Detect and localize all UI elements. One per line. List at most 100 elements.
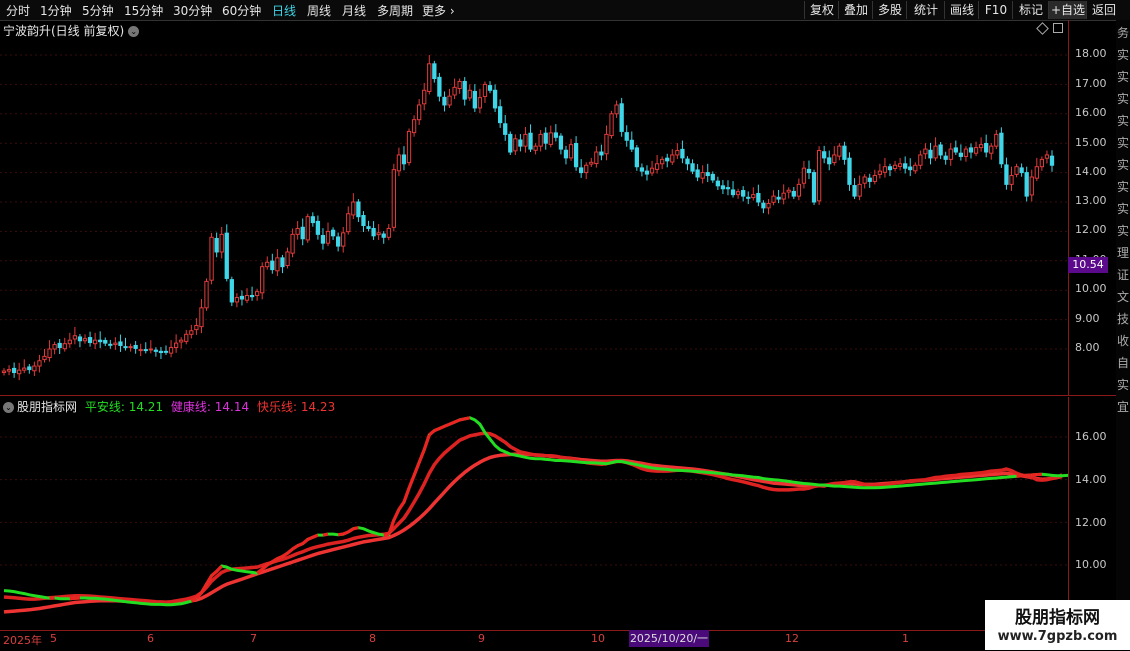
candle-body [828, 158, 831, 164]
candle-body [382, 234, 385, 237]
candle-body [205, 281, 208, 307]
candle-body [104, 340, 107, 343]
pingan-line-rising-segment [282, 553, 287, 556]
candle-body [478, 98, 481, 108]
candle-body [711, 174, 714, 180]
chart-canvas[interactable] [0, 0, 1068, 630]
candle-body [620, 104, 623, 132]
candle-body [453, 87, 456, 95]
side-panel-char: 文 [1116, 286, 1130, 308]
candle-body [499, 107, 502, 123]
pingan-line-rising-segment [444, 424, 449, 426]
candle-body [888, 167, 891, 170]
candle-body [625, 133, 628, 141]
kuaile-line-value: 14.23 [301, 400, 335, 414]
candle-body [1020, 168, 1023, 173]
candle-body [336, 237, 339, 246]
indicator-name: 股朋指标网 [17, 400, 77, 414]
candle-body [1000, 133, 1003, 164]
back-button[interactable]: 返回 [1086, 1, 1121, 19]
candle-body [412, 120, 415, 133]
candle-body [1040, 159, 1043, 166]
candle-body [752, 195, 755, 198]
candle-body [83, 339, 86, 341]
side-panel-char: 实 [1116, 220, 1130, 242]
pingan-line-rising-segment [348, 529, 353, 532]
candle-body [291, 234, 294, 253]
candle-body [458, 81, 461, 88]
candle-body [823, 152, 826, 158]
side-panel-char: 实 [1116, 132, 1130, 154]
side-panel-char: 实 [1116, 110, 1130, 132]
side-panel-char: 实 [1116, 198, 1130, 220]
candle-body [534, 146, 537, 150]
candle-body [858, 184, 861, 196]
right-side-panel[interactable]: 务实实实实实实实实实理证文技收自实宜 [1116, 20, 1130, 650]
price-tick: 13.00 [1075, 194, 1107, 207]
candle-body [195, 325, 198, 329]
candle-body [418, 105, 421, 120]
candle-body [190, 331, 193, 335]
price-tick: 15.00 [1075, 136, 1107, 149]
price-tick: 18.00 [1075, 47, 1107, 60]
candle-body [428, 64, 431, 92]
candle-body [833, 155, 836, 163]
candle-body [509, 134, 512, 152]
pingan-line [4, 418, 1068, 605]
candle-body [433, 64, 436, 79]
candle-body [605, 134, 608, 153]
candle-body [524, 134, 527, 146]
candle-body [539, 134, 542, 146]
candle-body [387, 228, 390, 237]
candle-body [255, 292, 258, 296]
candle-body [519, 140, 522, 146]
candle-body [964, 149, 967, 156]
candle-body [681, 149, 684, 158]
candle-body [969, 148, 972, 152]
pane-divider[interactable] [0, 395, 1130, 396]
watermark-title: 股朋指标网 [985, 603, 1130, 628]
candle-body [180, 340, 183, 342]
candle-body [377, 233, 380, 235]
candle-body [250, 295, 253, 296]
candle-body [438, 77, 441, 96]
candle-body [23, 368, 26, 370]
candle-body [919, 155, 922, 165]
candle-body [868, 178, 871, 181]
pingan-line-rising-segment [353, 528, 358, 529]
candle-body [939, 145, 942, 155]
candle-body [747, 197, 750, 198]
candle-body [164, 351, 167, 352]
candle-body [666, 158, 669, 161]
candle-body [169, 348, 172, 354]
candle-body [326, 231, 329, 243]
candle-body [645, 171, 648, 174]
candle-body [696, 170, 699, 177]
price-tick: 14.00 [1075, 165, 1107, 178]
candle-body [736, 192, 739, 195]
candle-body [423, 90, 426, 104]
candle-body [68, 340, 71, 344]
date-tick: 5 [50, 632, 57, 645]
candle-body [650, 168, 653, 173]
candle-body [296, 228, 299, 234]
candle-body [807, 169, 810, 172]
candle-body [119, 342, 122, 346]
candle-body [974, 148, 977, 154]
side-panel-char: 技 [1116, 308, 1130, 330]
pingan-line-rising-segment [338, 534, 343, 535]
candle-body [1050, 156, 1053, 165]
candle-body [88, 338, 91, 343]
pingan-line-rising-segment [308, 537, 313, 539]
cursor-date-label: 2025/10/20/一 [629, 630, 709, 647]
candle-body [721, 186, 724, 189]
candle-body [767, 203, 770, 207]
chevron-down-icon[interactable]: ⌄ [3, 402, 14, 413]
pingan-line-rising-segment [460, 419, 465, 420]
candle-body [843, 146, 846, 159]
date-tick: 12 [785, 632, 799, 645]
candle-body [58, 343, 61, 347]
pingan-line-rising-segment [343, 532, 348, 534]
candle-body [493, 90, 496, 108]
pingan-line-rising-segment [414, 463, 419, 476]
